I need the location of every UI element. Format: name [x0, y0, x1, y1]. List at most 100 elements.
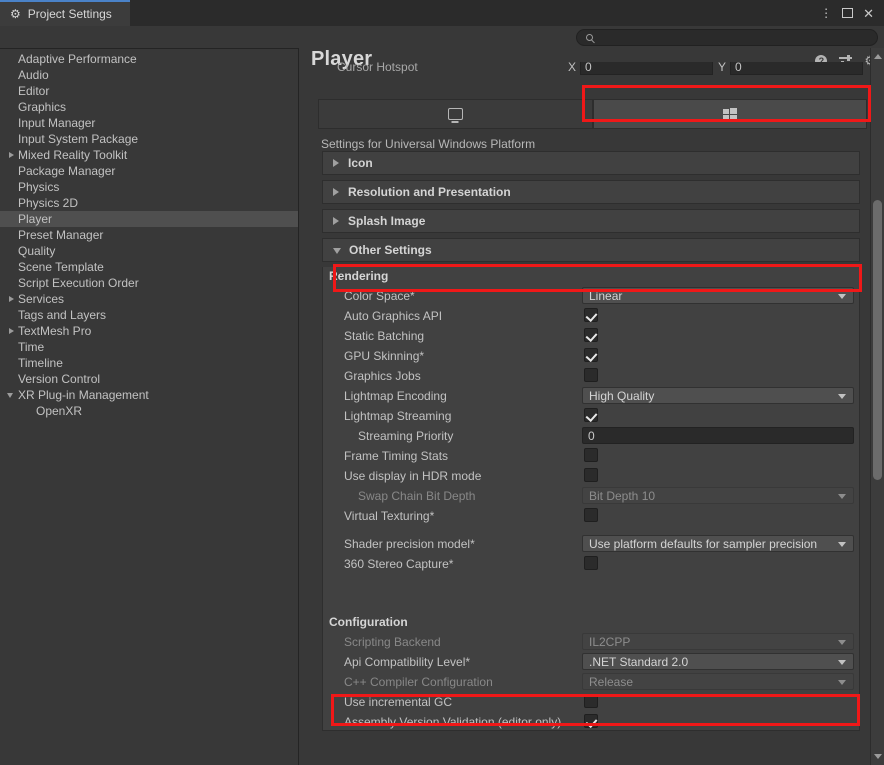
- sidebar-item-label: Preset Manager: [18, 228, 104, 242]
- sidebar-item-input-system-package[interactable]: Input System Package: [0, 131, 298, 147]
- sidebar-item-physics[interactable]: Physics: [0, 179, 298, 195]
- sidebar-item-mixed-reality-toolkit[interactable]: Mixed Reality Toolkit: [0, 147, 298, 163]
- foldout-resolution-and-presentation[interactable]: Resolution and Presentation: [322, 180, 860, 204]
- close-icon[interactable]: ✕: [863, 7, 874, 20]
- dropdown-color-space[interactable]: Linear: [582, 287, 854, 304]
- platform-tab-standalone[interactable]: [318, 99, 593, 129]
- gear-icon: ⚙: [10, 7, 21, 21]
- chevron-down-icon[interactable]: [7, 393, 13, 398]
- sidebar-item-time[interactable]: Time: [0, 339, 298, 355]
- property-row-frame-timing-stats: Frame Timing Stats: [323, 447, 859, 467]
- sidebar-item-label: Tags and Layers: [18, 308, 107, 322]
- checkbox-static-batching[interactable]: [584, 328, 598, 342]
- text-field-streaming-priority[interactable]: 0: [582, 427, 854, 444]
- sidebar-item-openxr[interactable]: OpenXR: [0, 403, 298, 419]
- property-row-lightmap-encoding: Lightmap Encoding High Quality: [323, 387, 859, 407]
- sidebar-list: Adaptive Performance Audio Editor Graphics I…: [0, 49, 298, 419]
- search-box[interactable]: [576, 29, 878, 46]
- sidebar-item-preset-manager[interactable]: Preset Manager: [0, 227, 298, 243]
- foldout-icon[interactable]: Icon: [322, 151, 860, 175]
- tab-project-settings[interactable]: ⚙ Project Settings: [0, 0, 130, 26]
- sidebar-item-script-execution-order[interactable]: Script Execution Order: [0, 275, 298, 291]
- chevron-right-icon[interactable]: [9, 296, 14, 302]
- property-label: Virtual Texturing*: [344, 509, 435, 523]
- sidebar-item-audio[interactable]: Audio: [0, 67, 298, 83]
- dropdown-lightmap-encoding[interactable]: High Quality: [582, 387, 854, 404]
- chevron-down-icon: [838, 680, 846, 685]
- sidebar-item-label: Services: [18, 292, 65, 306]
- property-label: Assembly Version Validation (editor only…: [344, 715, 562, 729]
- sidebar-item-label: Adaptive Performance: [18, 52, 137, 66]
- sidebar-item-label: Graphics: [18, 100, 67, 114]
- checkbox-auto-graphics-api[interactable]: [584, 308, 598, 322]
- platform-tab-uwp[interactable]: [592, 99, 867, 129]
- sidebar-item-tags-and-layers[interactable]: Tags and Layers: [0, 307, 298, 323]
- property-row-virtual-texturing: Virtual Texturing*: [323, 507, 859, 527]
- main-vertical-scrollbar[interactable]: [870, 48, 884, 765]
- sidebar-item-services[interactable]: Services: [0, 291, 298, 307]
- dropdown-value: Linear: [589, 288, 623, 303]
- sidebar-item-input-manager[interactable]: Input Manager: [0, 115, 298, 131]
- monitor-icon: [447, 108, 463, 120]
- dropdown-scripting-backend: IL2CPP: [582, 633, 854, 650]
- unity-project-settings-window: ⚙ Project Settings ⋮ ✕ Adaptive Performa…: [0, 0, 884, 765]
- settings-for-label: Settings for Universal Windows Platform: [321, 137, 536, 151]
- checkbox-assembly-version-validation-editor-only[interactable]: [584, 714, 598, 728]
- checkbox-use-display-in-hdr-mode[interactable]: [584, 468, 598, 482]
- dropdown-value: Use platform defaults for sampler precis…: [589, 536, 818, 551]
- dropdown-value: Bit Depth 10: [589, 488, 656, 503]
- property-row-static-batching: Static Batching: [323, 327, 859, 347]
- property-label: Static Batching: [344, 329, 425, 343]
- dropdown-shader-precision-model[interactable]: Use platform defaults for sampler precis…: [582, 535, 854, 552]
- chevron-right-icon: [333, 159, 339, 167]
- foldout-splash-image[interactable]: Splash Image: [322, 209, 860, 233]
- sidebar-item-physics-2d[interactable]: Physics 2D: [0, 195, 298, 211]
- kebab-menu-icon[interactable]: ⋮: [820, 7, 832, 19]
- sidebar-item-quality[interactable]: Quality: [0, 243, 298, 259]
- chevron-down-icon: [838, 394, 846, 399]
- sidebar-item-scene-template[interactable]: Scene Template: [0, 259, 298, 275]
- sidebar-item-adaptive-performance[interactable]: Adaptive Performance: [0, 51, 298, 67]
- dropdown-value: Release: [589, 674, 634, 689]
- search-input[interactable]: [598, 31, 848, 44]
- checkbox-360-stereo-capture[interactable]: [584, 556, 598, 570]
- checkbox-virtual-texturing[interactable]: [584, 508, 598, 522]
- windows-icon: [722, 107, 737, 121]
- scroll-up-arrow-icon[interactable]: [874, 54, 882, 59]
- property-row-c++-compiler-configuration: C++ Compiler Configuration Release: [323, 673, 859, 693]
- maximize-icon[interactable]: [842, 8, 854, 18]
- property-row-assembly-version-validation-editor-only: Assembly Version Validation (editor only…: [323, 713, 859, 730]
- settings-category-sidebar[interactable]: Adaptive Performance Audio Editor Graphics I…: [0, 48, 299, 765]
- search-icon: [586, 34, 593, 41]
- property-label: Frame Timing Stats: [344, 449, 449, 463]
- sidebar-item-player[interactable]: Player: [0, 211, 298, 227]
- checkbox-frame-timing-stats[interactable]: [584, 448, 598, 462]
- dropdown-api-compatibility-level[interactable]: .NET Standard 2.0: [582, 653, 854, 670]
- chevron-down-icon: [838, 542, 846, 547]
- property-row-auto-graphics-api: Auto Graphics API: [323, 307, 859, 327]
- sidebar-item-package-manager[interactable]: Package Manager: [0, 163, 298, 179]
- chevron-right-icon[interactable]: [9, 328, 14, 334]
- sidebar-item-label: Physics 2D: [18, 196, 79, 210]
- cursor-hotspot-x-field[interactable]: 0: [580, 62, 713, 75]
- checkbox-gpu-skinning[interactable]: [584, 348, 598, 362]
- platform-tab-strip: [318, 99, 867, 129]
- property-row-api-compatibility-level: Api Compatibility Level* .NET Standard 2.…: [323, 653, 859, 673]
- sidebar-item-editor[interactable]: Editor: [0, 83, 298, 99]
- checkbox-lightmap-streaming[interactable]: [584, 408, 598, 422]
- sidebar-item-xr-plug-in-management[interactable]: XR Plug-in Management: [0, 387, 298, 403]
- scroll-down-arrow-icon[interactable]: [874, 754, 882, 759]
- checkbox-graphics-jobs[interactable]: [584, 368, 598, 382]
- dropdown-c++-compiler-configuration: Release: [582, 673, 854, 690]
- sidebar-item-graphics[interactable]: Graphics: [0, 99, 298, 115]
- checkbox-use-incremental-gc[interactable]: [584, 694, 598, 708]
- cursor-hotspot-y-field[interactable]: 0: [730, 62, 863, 75]
- sidebar-item-timeline[interactable]: Timeline: [0, 355, 298, 371]
- sidebar-item-textmesh-pro[interactable]: TextMesh Pro: [0, 323, 298, 339]
- scrollbar-thumb[interactable]: [873, 200, 882, 480]
- sidebar-item-version-control[interactable]: Version Control: [0, 371, 298, 387]
- foldout-other-settings[interactable]: Other Settings: [322, 238, 860, 262]
- window-controls: ⋮ ✕: [820, 0, 880, 26]
- sidebar-item-label: Scene Template: [18, 260, 104, 274]
- chevron-right-icon[interactable]: [9, 152, 14, 158]
